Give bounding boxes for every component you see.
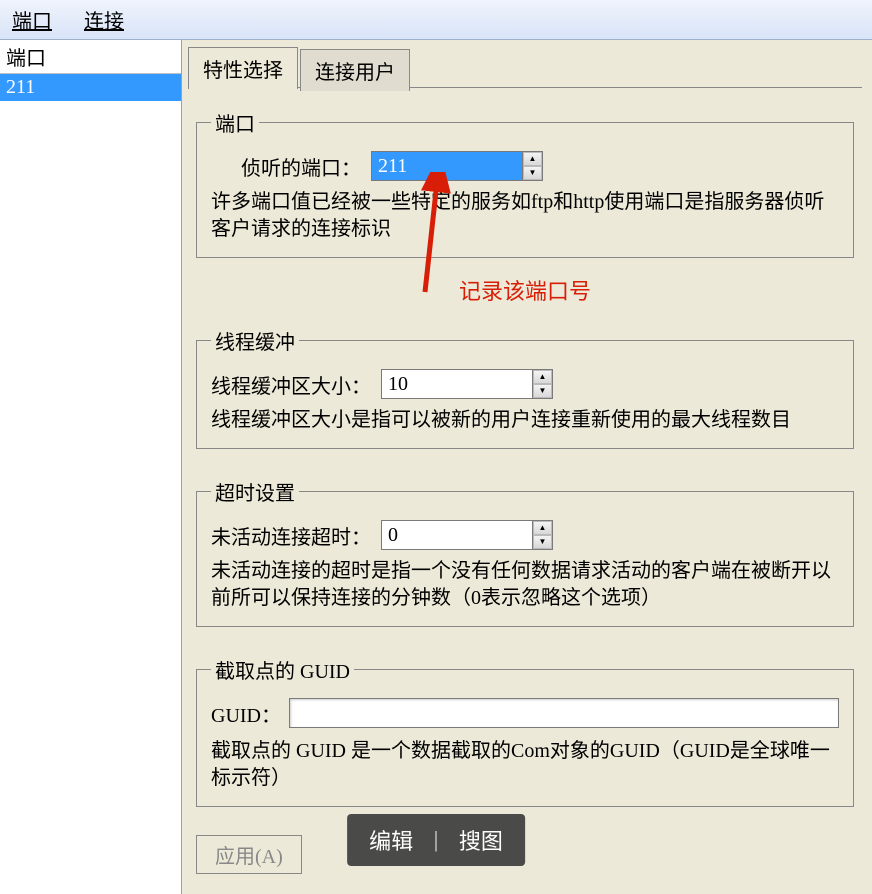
- group-buffer-legend: 线程缓冲: [211, 326, 299, 355]
- group-port-legend: 端口: [211, 108, 259, 137]
- buffer-spin-up-icon[interactable]: ▲: [533, 370, 552, 384]
- overlay-search-image[interactable]: 搜图: [459, 824, 503, 856]
- label-buffer-size: 线程缓冲区大小：: [211, 370, 371, 399]
- timeout-input[interactable]: [382, 521, 532, 549]
- timeout-description: 未活动连接的超时是指一个没有任何数据请求活动的客户端在被断开以前所可以保持连接的…: [211, 558, 839, 612]
- buffer-spin-down-icon[interactable]: ▼: [533, 384, 552, 398]
- apply-button: 应用(A): [196, 835, 302, 874]
- group-timeout: 超时设置 未活动连接超时： ▲ ▼ 未活动连接的超时是指一个没有任何数据请求活动…: [196, 477, 854, 627]
- label-guid: GUID：: [211, 699, 281, 728]
- sidebar-list: 211: [0, 74, 181, 894]
- guid-description: 截取点的 GUID 是一个数据截取的Com对象的GUID（GUID是全球唯一标示…: [211, 738, 839, 792]
- label-timeout: 未活动连接超时：: [211, 521, 371, 550]
- menu-bar: 端口 连接: [0, 0, 872, 40]
- buffer-input[interactable]: [382, 370, 532, 398]
- port-spin-up-icon[interactable]: ▲: [523, 152, 542, 166]
- timeout-spinner[interactable]: ▲ ▼: [381, 520, 553, 550]
- group-guid-legend: 截取点的 GUID: [211, 655, 354, 684]
- timeout-spin-up-icon[interactable]: ▲: [533, 521, 552, 535]
- group-guid: 截取点的 GUID GUID： 截取点的 GUID 是一个数据截取的Com对象的…: [196, 655, 854, 807]
- sidebar-item-211[interactable]: 211: [0, 74, 181, 101]
- annotation-text: 记录该端口号: [196, 274, 854, 306]
- overlay-divider: |: [433, 827, 439, 853]
- group-timeout-legend: 超时设置: [211, 477, 299, 506]
- tab-panel-properties: 端口 侦听的端口： ▲ ▼ 许多端口值已经被一些特定的服务如ftp和http使用…: [188, 87, 862, 882]
- sidebar-header: 端口: [0, 40, 181, 74]
- overlay-toolbar: 编辑 | 搜图: [347, 814, 525, 866]
- buffer-spinner[interactable]: ▲ ▼: [381, 369, 553, 399]
- port-input[interactable]: [372, 152, 522, 180]
- sidebar: 端口 211: [0, 40, 182, 894]
- group-port: 端口 侦听的端口： ▲ ▼ 许多端口值已经被一些特定的服务如ftp和http使用…: [196, 108, 854, 258]
- group-buffer: 线程缓冲 线程缓冲区大小： ▲ ▼ 线程缓冲区大小是指可以被新的用户连接重新使用…: [196, 326, 854, 449]
- menu-port[interactable]: 端口: [8, 3, 56, 36]
- port-spinner[interactable]: ▲ ▼: [371, 151, 543, 181]
- content-panel: 特性选择 连接用户 端口 侦听的端口： ▲ ▼ 许多端口值已经被一些特定的服务如…: [182, 40, 872, 894]
- buffer-description: 线程缓冲区大小是指可以被新的用户连接重新使用的最大线程数目: [211, 407, 839, 434]
- port-spin-down-icon[interactable]: ▼: [523, 166, 542, 180]
- main-area: 端口 211 特性选择 连接用户 端口 侦听的端口： ▲ ▼: [0, 40, 872, 894]
- port-description: 许多端口值已经被一些特定的服务如ftp和http使用端口是指服务器侦听客户请求的…: [211, 189, 839, 243]
- label-listen-port: 侦听的端口：: [241, 152, 361, 181]
- tab-connected-users[interactable]: 连接用户: [300, 49, 410, 91]
- tab-properties[interactable]: 特性选择: [188, 47, 298, 89]
- menu-connect[interactable]: 连接: [80, 3, 128, 36]
- tab-bar: 特性选择 连接用户: [188, 46, 862, 88]
- guid-input[interactable]: [289, 698, 839, 728]
- timeout-spin-down-icon[interactable]: ▼: [533, 535, 552, 549]
- overlay-edit[interactable]: 编辑: [369, 824, 413, 856]
